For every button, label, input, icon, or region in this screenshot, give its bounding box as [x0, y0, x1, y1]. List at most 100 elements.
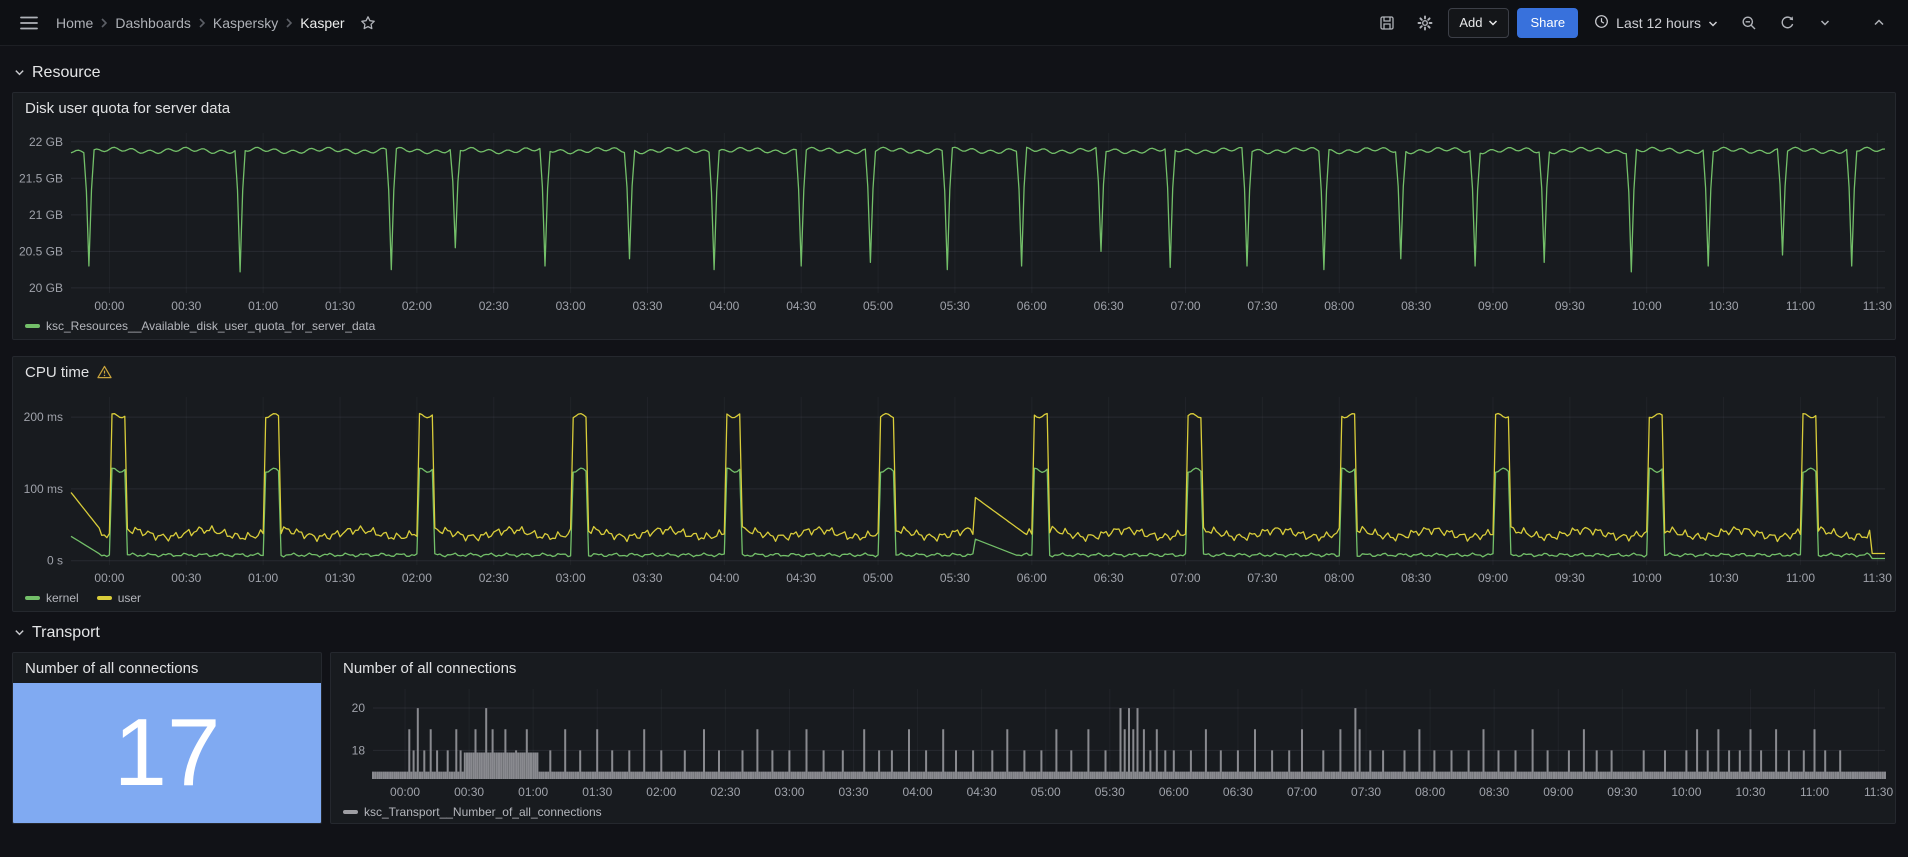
svg-text:200 ms: 200 ms: [24, 410, 63, 424]
chevron-right-icon: [285, 17, 293, 29]
svg-text:10:00: 10:00: [1671, 785, 1701, 799]
legend-label: kernel: [46, 591, 79, 605]
cpu-time-chart[interactable]: 00:00 00:30 01:00 01:30 02:00 02:30 03:00 03:30…: [13, 387, 1895, 591]
favorite-star-button[interactable]: [353, 8, 383, 38]
svg-text:09:30: 09:30: [1607, 785, 1637, 799]
svg-text:09:00: 09:00: [1478, 571, 1508, 585]
chevron-down-icon: [14, 64, 25, 82]
svg-text:11:30: 11:30: [1863, 299, 1892, 313]
svg-text:0 s: 0 s: [47, 554, 63, 568]
chevron-right-icon: [100, 17, 108, 29]
menu-toggle-button[interactable]: [14, 8, 44, 38]
share-button[interactable]: Share: [1517, 7, 1579, 38]
svg-text:04:30: 04:30: [786, 299, 816, 313]
chevron-down-icon: [1708, 15, 1718, 31]
breadcrumb-dashboards[interactable]: Dashboards: [115, 15, 191, 31]
svg-text:09:30: 09:30: [1555, 299, 1585, 313]
top-nav: Home Dashboards Kaspersky Kasper Add Sha…: [0, 0, 1908, 46]
svg-text:06:30: 06:30: [1094, 299, 1124, 313]
chevron-up-icon: [1873, 18, 1885, 27]
legend-label: ksc_Transport__Number_of_all_connections: [364, 805, 602, 819]
svg-text:05:30: 05:30: [1095, 785, 1125, 799]
svg-text:03:30: 03:30: [838, 785, 868, 799]
svg-text:21.5 GB: 21.5 GB: [19, 171, 63, 185]
svg-text:20.5 GB: 20.5 GB: [19, 244, 63, 258]
disk-quota-chart[interactable]: 00:00 00:30 01:00 01:30 02:00 02:30 03:00 03:30…: [13, 123, 1895, 319]
svg-text:11:30: 11:30: [1864, 785, 1893, 799]
panel-title-text: Disk user quota for server data: [25, 99, 231, 117]
zoom-out-time-button[interactable]: [1734, 8, 1764, 38]
svg-text:00:30: 00:30: [171, 571, 201, 585]
add-label: Add: [1459, 15, 1483, 30]
panel-title-connections[interactable]: Number of all connections: [331, 653, 1895, 683]
svg-text:01:30: 01:30: [325, 571, 355, 585]
svg-text:09:30: 09:30: [1555, 571, 1585, 585]
svg-text:22 GB: 22 GB: [29, 135, 63, 149]
zoom-out-icon: [1741, 15, 1757, 31]
chevron-right-icon: [198, 17, 206, 29]
svg-text:06:30: 06:30: [1094, 571, 1124, 585]
refresh-interval-dropdown[interactable]: [1810, 8, 1840, 38]
breadcrumb-home[interactable]: Home: [56, 15, 93, 31]
row-header-resource[interactable]: Resource: [12, 52, 1896, 92]
save-dashboard-button[interactable]: [1372, 8, 1402, 38]
chevron-down-icon: [1820, 19, 1830, 27]
collapse-topbar-button[interactable]: [1864, 8, 1894, 38]
hamburger-icon: [20, 15, 38, 31]
svg-text:01:00: 01:00: [248, 571, 278, 585]
legend-item[interactable]: user: [96, 591, 141, 605]
svg-text:18: 18: [352, 743, 366, 757]
time-range-label: Last 12 hours: [1616, 14, 1701, 31]
svg-text:05:00: 05:00: [863, 571, 893, 585]
svg-text:07:30: 07:30: [1247, 299, 1277, 313]
svg-text:00:00: 00:00: [94, 299, 124, 313]
panel-title-cpu[interactable]: CPU time: [13, 357, 1895, 387]
svg-text:10:30: 10:30: [1709, 571, 1739, 585]
disk-legend-swatch: [25, 324, 40, 328]
panel-title-text: Number of all connections: [25, 659, 199, 677]
svg-text:100 ms: 100 ms: [24, 482, 63, 496]
svg-text:03:00: 03:00: [556, 571, 586, 585]
svg-text:00:00: 00:00: [94, 571, 124, 585]
svg-text:11:00: 11:00: [1786, 571, 1815, 585]
transport-row: Number of all connections 17 Number of a…: [12, 652, 1896, 824]
svg-text:08:00: 08:00: [1324, 571, 1354, 585]
svg-text:09:00: 09:00: [1543, 785, 1573, 799]
row-header-transport[interactable]: Transport: [12, 612, 1896, 652]
svg-text:02:30: 02:30: [479, 571, 509, 585]
connections-chart[interactable]: 00:00 00:30 01:00 01:30 02:00 02:30 03:00 03:30…: [331, 683, 1895, 805]
svg-text:10:00: 10:00: [1632, 299, 1662, 313]
section-title: Resource: [32, 64, 101, 81]
legend-item[interactable]: ksc_Resources__Available_disk_user_quota…: [25, 319, 375, 333]
svg-text:04:00: 04:00: [903, 785, 933, 799]
dashboard-settings-button[interactable]: [1410, 8, 1440, 38]
cpu-user-swatch: [96, 596, 112, 600]
legend-item[interactable]: kernel: [25, 591, 79, 605]
legend-item[interactable]: ksc_Transport__Number_of_all_connections: [343, 805, 602, 819]
cpu-legend: kernel user: [13, 591, 1895, 611]
svg-text:10:30: 10:30: [1709, 299, 1739, 313]
clock-icon: [1594, 14, 1609, 32]
svg-text:05:00: 05:00: [863, 299, 893, 313]
panel-title-text: CPU time: [25, 363, 90, 381]
warning-icon[interactable]: [97, 365, 112, 379]
svg-text:04:30: 04:30: [786, 571, 816, 585]
svg-text:00:30: 00:30: [454, 785, 484, 799]
breadcrumb-kaspersky[interactable]: Kaspersky: [213, 15, 278, 31]
svg-text:09:00: 09:00: [1478, 299, 1508, 313]
svg-text:02:00: 02:00: [646, 785, 676, 799]
svg-text:21 GB: 21 GB: [29, 208, 63, 222]
legend-label: ksc_Resources__Available_disk_user_quota…: [46, 319, 376, 333]
breadcrumb: Home Dashboards Kaspersky Kasper: [56, 15, 345, 31]
stat-body: 17: [13, 683, 321, 823]
refresh-button[interactable]: [1772, 8, 1802, 38]
svg-text:02:00: 02:00: [402, 571, 432, 585]
panel-title-disk[interactable]: Disk user quota for server data: [13, 93, 1895, 123]
conn-legend-swatch: [343, 810, 358, 814]
panel-title-stat[interactable]: Number of all connections: [13, 653, 321, 683]
add-panel-dropdown[interactable]: Add: [1448, 7, 1510, 38]
time-range-picker[interactable]: Last 12 hours: [1586, 8, 1726, 38]
svg-text:00:30: 00:30: [171, 299, 201, 313]
svg-text:01:30: 01:30: [325, 299, 355, 313]
save-icon: [1379, 15, 1395, 31]
